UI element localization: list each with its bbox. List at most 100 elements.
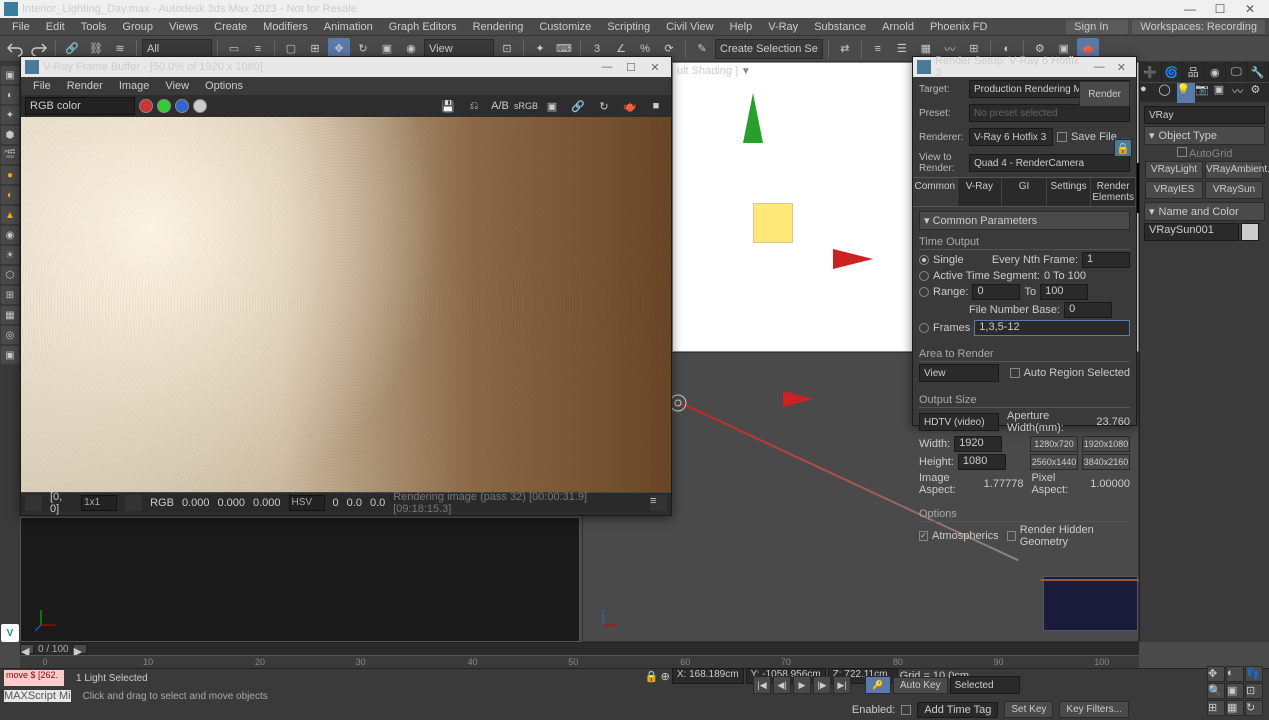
menu-views[interactable]: Views <box>161 18 206 36</box>
vfb-colorpick-icon[interactable] <box>125 495 142 511</box>
vfb-srgb-button[interactable]: sRGB <box>515 97 537 115</box>
cmd-tab-hierarchy[interactable]: 品 <box>1183 62 1205 82</box>
lt-btn-13[interactable]: ▦ <box>1 306 19 324</box>
rs-minimize-button[interactable]: — <box>1088 61 1111 73</box>
rs-titlebar[interactable]: Render Setup: V-Ray 6 Hotfix 3 — ✕ <box>913 57 1136 77</box>
rs-frames-radio[interactable] <box>919 323 929 333</box>
rs-range-from-input[interactable]: 0 <box>972 284 1020 300</box>
cmd-tab-utilities[interactable]: 🔧 <box>1248 62 1269 82</box>
time-slider[interactable]: ◀ 0 / 100 ▶ <box>20 643 1139 655</box>
cmd-sub-helpers[interactable]: ▣ <box>1214 83 1232 103</box>
menu-scripting[interactable]: Scripting <box>599 18 658 36</box>
coord-x-input[interactable]: X: 168.189cm <box>672 668 744 684</box>
time-ruler[interactable]: 0 10 20 30 40 50 60 70 80 90 100 <box>20 655 1139 669</box>
object-type-rollout[interactable]: ▾ Object Type <box>1144 126 1265 145</box>
lt-btn-4[interactable]: ⬢ <box>1 126 19 144</box>
btn-vrayambient[interactable]: VRayAmbient... <box>1205 161 1263 179</box>
lt-btn-14[interactable]: ◎ <box>1 326 19 344</box>
rs-width-input[interactable]: 1920 <box>954 436 1002 452</box>
scene-geom-building[interactable] <box>1043 576 1138 631</box>
enabled-checkbox[interactable] <box>901 705 911 715</box>
goto-end-button[interactable]: ▶| <box>833 676 851 694</box>
rs-single-radio[interactable] <box>919 255 929 265</box>
object-color-swatch[interactable] <box>1241 223 1259 241</box>
lt-btn-8[interactable]: ▲ <box>1 206 19 224</box>
rs-tab-settings[interactable]: Settings <box>1047 178 1092 206</box>
vfb-blue-channel-button[interactable] <box>175 99 189 113</box>
rs-close-button[interactable]: ✕ <box>1111 61 1132 74</box>
vfb-stop-icon[interactable]: ■ <box>645 97 667 115</box>
vfb-region-icon[interactable]: ▣ <box>541 97 563 115</box>
rs-tab-common[interactable]: Common <box>913 178 958 206</box>
edit-selection-button[interactable]: ✎ <box>691 38 713 60</box>
workspaces-dropdown[interactable]: Workspaces: Recording <box>1132 20 1265 34</box>
vfb-link-icon[interactable]: 🔗 <box>567 97 589 115</box>
rs-common-params-rollout[interactable]: ▾ Common Parameters <box>919 211 1130 230</box>
btn-vraylight[interactable]: VRayLight <box>1145 161 1203 179</box>
rs-activeseg-radio[interactable] <box>919 271 929 281</box>
vfb-settings-icon[interactable]: ≡ <box>650 495 667 511</box>
vfb-minimize-button[interactable]: — <box>595 61 619 73</box>
render-setup-window[interactable]: Render Setup: V-Ray 6 Hotfix 3 — ✕ Targe… <box>912 56 1137 426</box>
cmd-sub-shapes[interactable]: ◯ <box>1158 83 1176 103</box>
rs-range-radio[interactable] <box>919 287 929 297</box>
menu-arnold[interactable]: Arnold <box>874 18 922 36</box>
menu-help[interactable]: Help <box>722 18 761 36</box>
nav-zoom-button[interactable]: 🔍 <box>1207 683 1225 699</box>
cmd-sub-geometry[interactable]: ● <box>1140 83 1158 103</box>
play-button[interactable]: ▶ <box>793 676 811 694</box>
autogrid-checkbox[interactable] <box>1177 147 1187 157</box>
selection-set-dropdown[interactable]: Create Selection Se <box>715 39 823 59</box>
rs-viewto-dropdown[interactable]: Quad 4 - RenderCamera <box>969 154 1130 172</box>
menu-rendering[interactable]: Rendering <box>465 18 532 36</box>
add-time-tag-button[interactable]: Add Time Tag <box>917 702 998 718</box>
maximize-button[interactable]: ☐ <box>1205 0 1235 18</box>
rs-range-to-input[interactable]: 100 <box>1040 284 1088 300</box>
menu-phoenix[interactable]: Phoenix FD <box>922 18 995 36</box>
vfb-channel-dropdown[interactable]: RGB color <box>25 97 135 115</box>
rs-frames-input[interactable]: 1,3,5-12 <box>974 320 1130 336</box>
key-mode-button[interactable]: 🔑 <box>865 676 891 694</box>
mirror-button[interactable]: ⇄ <box>834 38 856 60</box>
vfb-menu-file[interactable]: File <box>25 80 59 92</box>
vfb-green-channel-button[interactable] <box>157 99 171 113</box>
lt-btn-10[interactable]: ☀ <box>1 246 19 264</box>
maxscript-mini[interactable]: MAXScript Mi <box>4 690 71 702</box>
vfb-menu-render[interactable]: Render <box>59 80 111 92</box>
menu-civilview[interactable]: Civil View <box>658 18 721 36</box>
lt-btn-6[interactable]: ● <box>1 166 19 184</box>
lt-btn-2[interactable]: ◐ <box>1 86 19 104</box>
nav-zoomext-button[interactable]: ⊞ <box>1207 700 1225 716</box>
nav-zoomall-button[interactable]: ⊡ <box>1245 683 1263 699</box>
menu-tools[interactable]: Tools <box>73 18 115 36</box>
maxscript-listener[interactable]: move $ [262. <box>4 670 64 686</box>
rs-autoregion-checkbox[interactable] <box>1010 368 1020 378</box>
rs-tab-gi[interactable]: GI <box>1002 178 1047 206</box>
btn-vraysun[interactable]: VRaySun <box>1205 181 1263 199</box>
next-frame-button[interactable]: |▶ <box>813 676 831 694</box>
lt-btn-11[interactable]: ⬡ <box>1 266 19 284</box>
keyfilters-button[interactable]: Key Filters... <box>1059 701 1129 718</box>
rs-lock-view-button[interactable]: 🔒 <box>1114 139 1132 157</box>
vfb-mono-channel-button[interactable] <box>193 99 207 113</box>
vfb-hsv-field[interactable] <box>289 495 325 511</box>
rs-tab-renderelements[interactable]: Render Elements <box>1091 178 1136 206</box>
lt-btn-5[interactable]: 🎬 <box>1 146 19 164</box>
name-color-rollout[interactable]: ▾ Name and Color <box>1144 202 1265 221</box>
vfb-ab-icon[interactable]: A/B <box>489 97 511 115</box>
vfb-menu-view[interactable]: View <box>157 80 197 92</box>
vfb-maximize-button[interactable]: ☐ <box>619 61 643 74</box>
menu-edit[interactable]: Edit <box>38 18 73 36</box>
prev-frame-button[interactable]: ◀| <box>773 676 791 694</box>
vfb-render-icon[interactable]: 🫖 <box>619 97 641 115</box>
menu-animation[interactable]: Animation <box>316 18 381 36</box>
vfb-titlebar[interactable]: V-Ray Frame Buffer - [50.0% of 1920 x 10… <box>21 57 671 77</box>
close-button[interactable]: ✕ <box>1235 0 1265 18</box>
menu-grapheditors[interactable]: Graph Editors <box>381 18 465 36</box>
layers-button[interactable]: ☰ <box>891 38 913 60</box>
autokey-button[interactable]: Auto Key <box>893 677 948 694</box>
nav-max-button[interactable]: ▦ <box>1226 700 1244 716</box>
menu-file[interactable]: File <box>4 18 38 36</box>
rs-savefile-checkbox[interactable] <box>1057 132 1067 142</box>
vfb-menu-image[interactable]: Image <box>111 80 158 92</box>
